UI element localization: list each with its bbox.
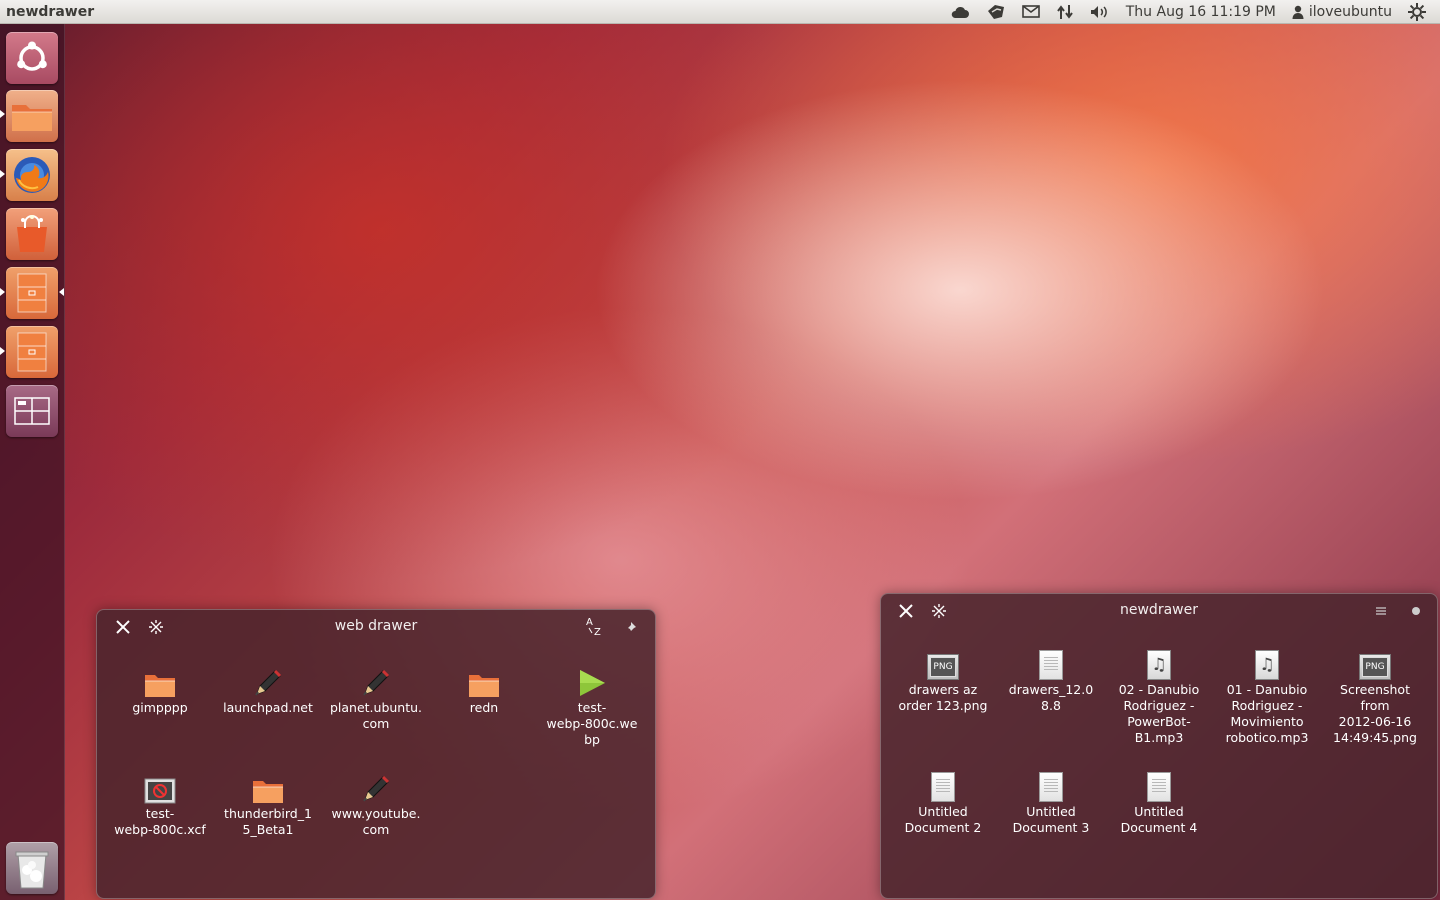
mail-icon[interactable] — [1014, 0, 1048, 24]
drawer-item-label: test- webp-800c.xcf — [114, 806, 206, 837]
trash-icon — [15, 851, 49, 889]
drawer-item-label: drawers_12.0 8.8 — [1008, 682, 1094, 713]
drawer-item[interactable]: test- webp-800c.we bp — [538, 662, 646, 748]
drawer-item[interactable]: gimpppp — [106, 662, 214, 716]
drawer-item-label: thunderbird_1 5_Beta1 — [224, 806, 312, 837]
cloud-icon[interactable] — [942, 0, 978, 24]
mp3-icon: ♫ — [1105, 644, 1213, 680]
shopping-bag-icon — [17, 215, 47, 252]
launcher-dash-home[interactable] — [6, 32, 58, 84]
drawer-item[interactable]: PNG Screenshot from 2012-06-16 14:49:45.p… — [1321, 644, 1429, 746]
network-icon[interactable] — [1048, 0, 1082, 24]
top-panel: newdrawer Thu Aug 16 11:19 PM iloveubunt… — [0, 0, 1440, 24]
volume-icon[interactable] — [1082, 0, 1118, 24]
app-title: newdrawer — [6, 3, 95, 20]
drawer-item-label: www.youtube. com — [331, 806, 421, 837]
document-icon — [1105, 766, 1213, 802]
launcher-workspace-switcher[interactable] — [6, 385, 58, 437]
drawer-item-label: Untitled Document 3 — [1012, 804, 1090, 835]
ubuntu-logo-icon — [17, 41, 47, 71]
folder-icon — [12, 105, 52, 131]
drawer-item[interactable]: drawers_12.0 8.8 — [997, 644, 1105, 714]
pin-icon[interactable] — [1406, 601, 1426, 621]
pin-icon[interactable] — [621, 617, 641, 637]
newdrawer-header: newdrawer — [881, 594, 1437, 628]
firefox-icon — [14, 157, 50, 193]
launcher-trash[interactable] — [6, 842, 58, 894]
folder-icon — [430, 662, 538, 698]
png-icon: PNG — [889, 644, 997, 680]
workspaces-icon — [14, 397, 50, 425]
drawer-icon — [17, 273, 47, 313]
pencil-icon — [322, 768, 430, 804]
drawer-item[interactable]: ♫ 01 - Danubio Rodriguez - Movimiento rob… — [1213, 644, 1321, 746]
drawer-item[interactable]: ♫ 02 - Danubio Rodriguez - PowerBot- B1.m… — [1105, 644, 1213, 746]
web-drawer-header: web drawer AZ — [97, 610, 655, 644]
png-icon: PNG — [1321, 644, 1429, 680]
svg-text:A: A — [586, 617, 593, 628]
drawer-item-label: 02 - Danubio Rodriguez - PowerBot- B1.mp… — [1118, 682, 1200, 745]
drawer-item-label: planet.ubuntu. com — [329, 700, 423, 731]
drawer-item[interactable]: test- webp-800c.xcf — [106, 768, 214, 838]
newdrawer: newdrawer PNG drawers az order 123.png dra… — [880, 593, 1438, 899]
launcher-drawer-1[interactable] — [6, 267, 58, 319]
drawer-item-label: launchpad.net — [223, 700, 313, 715]
newdrawer-title: newdrawer — [1120, 602, 1198, 618]
drawer-icon — [17, 332, 47, 372]
drawer-item[interactable]: Untitled Document 2 — [889, 766, 997, 836]
menu-icon[interactable] — [1371, 601, 1391, 621]
document-icon — [889, 766, 997, 802]
launcher-firefox[interactable] — [6, 149, 58, 201]
drawer-item[interactable]: thunderbird_1 5_Beta1 — [214, 768, 322, 838]
user-icon — [1292, 5, 1304, 19]
xcf-icon — [106, 768, 214, 804]
clock[interactable]: Thu Aug 16 11:19 PM — [1118, 0, 1284, 24]
user-menu[interactable]: iloveubuntu — [1284, 0, 1400, 24]
drawer-item-label: 01 - Danubio Rodriguez - Movimiento robo… — [1225, 682, 1309, 745]
drawer-item-label: drawers az order 123.png — [898, 682, 988, 713]
datetime-label: Thu Aug 16 11:19 PM — [1125, 3, 1276, 20]
drawer-item-label: Untitled Document 4 — [1120, 804, 1198, 835]
folder-icon — [106, 662, 214, 698]
web-drawer-title: web drawer — [334, 618, 418, 634]
messaging-icon[interactable] — [978, 0, 1014, 24]
pencil-icon — [322, 662, 430, 698]
launcher-files[interactable] — [6, 90, 58, 142]
document-icon — [997, 644, 1105, 680]
svg-text:Z: Z — [594, 627, 601, 636]
drawer-item[interactable]: launchpad.net — [214, 662, 322, 716]
drawer-item-label: redn — [469, 700, 499, 715]
sort-az-icon[interactable]: AZ — [585, 616, 605, 636]
launcher-drawer-2[interactable] — [6, 326, 58, 378]
session-gear-icon[interactable] — [1400, 0, 1434, 24]
drawer-item[interactable]: Untitled Document 3 — [997, 766, 1105, 836]
drawer-item-label: Untitled Document 2 — [904, 804, 982, 835]
drawer-item[interactable]: PNG drawers az order 123.png — [889, 644, 997, 714]
drawer-item[interactable]: Untitled Document 4 — [1105, 766, 1213, 836]
indicator-area: Thu Aug 16 11:19 PM iloveubuntu — [942, 0, 1440, 24]
play-icon — [538, 662, 646, 698]
web-drawer: web drawer AZ gimpppp launchpad.net planet… — [96, 609, 656, 899]
drawer-item-label: Screenshot from 2012-06-16 14:49:45.png — [1333, 682, 1417, 745]
drawer-item[interactable]: planet.ubuntu. com — [322, 662, 430, 732]
launcher-software-center[interactable] — [6, 208, 58, 260]
pencil-icon — [214, 662, 322, 698]
drawer-item-label: gimpppp — [132, 700, 188, 715]
document-icon — [997, 766, 1105, 802]
launcher — [0, 24, 65, 900]
drawer-item[interactable]: www.youtube. com — [322, 768, 430, 838]
drawer-item-label: test- webp-800c.we bp — [546, 700, 638, 747]
drawer-item[interactable]: redn — [430, 662, 538, 716]
mp3-icon: ♫ — [1213, 644, 1321, 680]
folder-icon — [214, 768, 322, 804]
user-name: iloveubuntu — [1308, 3, 1392, 20]
